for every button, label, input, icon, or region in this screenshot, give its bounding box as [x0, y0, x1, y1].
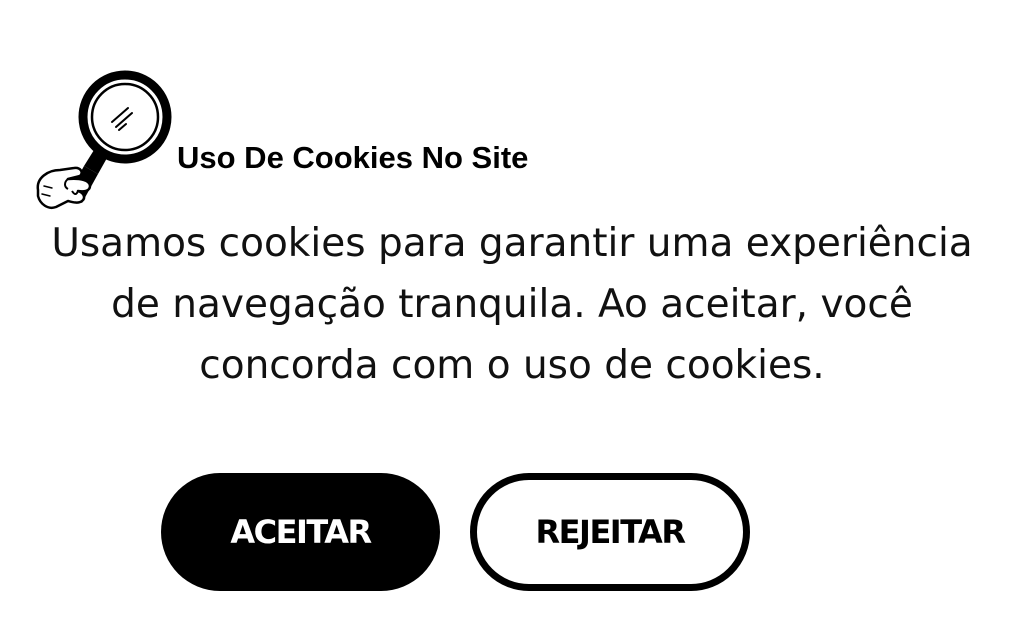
message-line-2: de navegação tranquila. Ao aceitar, você	[111, 282, 913, 327]
cookie-consent-dialog: Uso De Cookies No Site Usamos cookies pa…	[0, 0, 1024, 626]
reject-button[interactable]: REJEITAR	[470, 473, 750, 591]
magnifying-glass-hand-icon	[36, 70, 172, 209]
dialog-message: Usamos cookies para garantir uma experiê…	[0, 213, 1024, 396]
message-line-3: concorda com o uso de cookies.	[199, 343, 825, 388]
dialog-title: Uso De Cookies No Site	[177, 140, 529, 175]
accept-button[interactable]: ACEITAR	[161, 473, 440, 591]
message-line-1: Usamos cookies para garantir uma experiê…	[51, 221, 973, 266]
